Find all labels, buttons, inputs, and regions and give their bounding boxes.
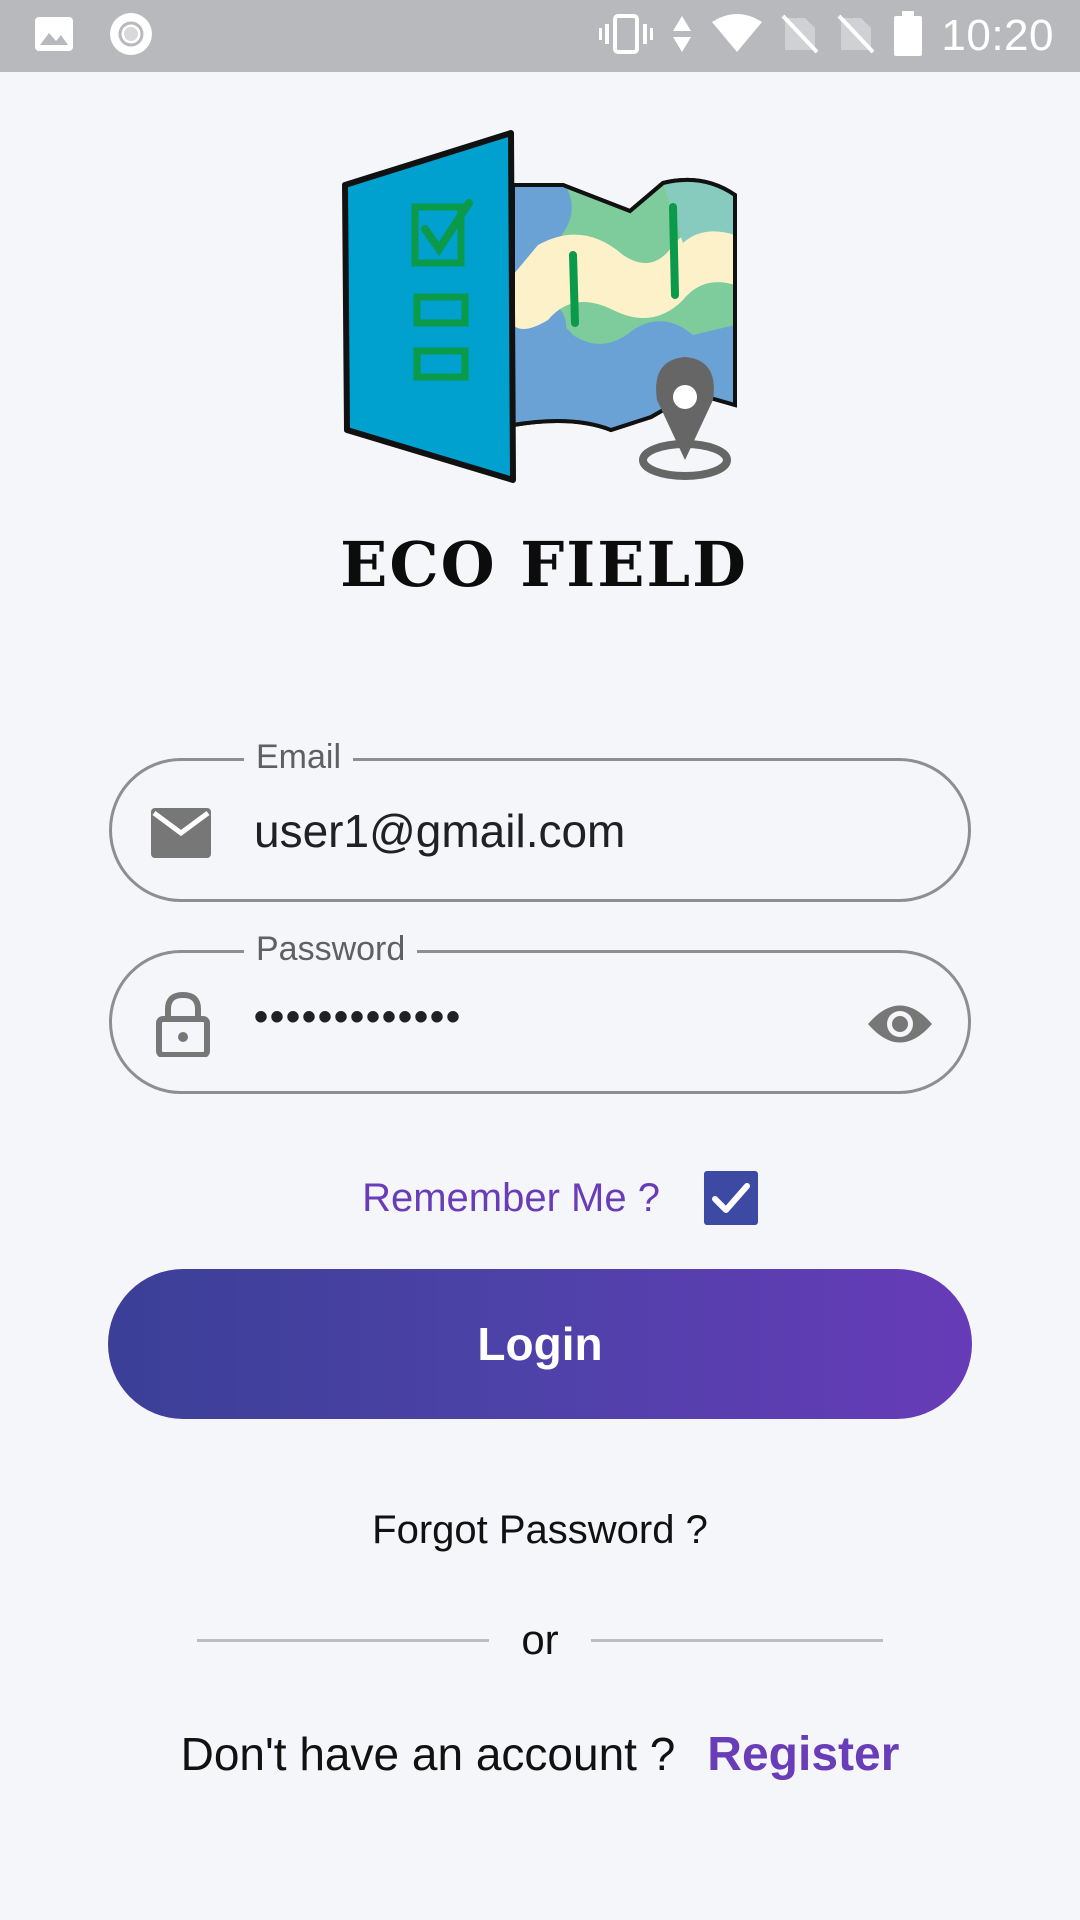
divider-line [197, 1638, 490, 1642]
no-sim-icon [781, 14, 819, 59]
password-label: Password [244, 929, 418, 969]
checkmark-icon [711, 1183, 750, 1213]
status-bar: 10:20 [0, 0, 1080, 72]
forgot-password-link[interactable]: Forgot Password ? [0, 1508, 1080, 1553]
register-row: Don't have an account ? Register [0, 1724, 1080, 1784]
email-field[interactable]: Email user1@gmail.com [109, 737, 971, 902]
lock-icon [156, 991, 210, 1062]
divider-line [590, 1638, 883, 1642]
wifi-icon [711, 13, 763, 59]
register-prompt: Don't have an account ? [180, 1728, 676, 1780]
password-input[interactable]: ••••••••••••• [254, 989, 462, 1045]
remember-me-row: Remember Me ? [0, 1168, 1080, 1228]
email-input[interactable]: user1@gmail.com [254, 803, 625, 859]
mail-icon [150, 807, 212, 864]
vibrate-icon [599, 13, 654, 59]
no-sim-icon [837, 14, 875, 59]
divider-text: or [521, 1616, 559, 1663]
clock: 10:20 [941, 11, 1054, 60]
email-label: Email [244, 737, 354, 777]
register-link[interactable]: Register [707, 1727, 899, 1782]
battery-icon [893, 10, 923, 62]
login-button[interactable]: Login [108, 1269, 972, 1419]
circle-icon [108, 11, 154, 62]
remember-me-label: Remember Me ? [362, 1175, 660, 1220]
password-field[interactable]: Password ••••••••••••• [109, 929, 971, 1094]
remember-me-checkbox[interactable] [703, 1171, 758, 1225]
image-icon [34, 16, 74, 57]
data-arrows-icon [671, 14, 693, 59]
eco-field-logo [333, 125, 743, 495]
brand-name: ECO FIELD [340, 528, 748, 601]
eye-icon[interactable] [866, 1001, 934, 1052]
or-divider: or [0, 1614, 1080, 1666]
